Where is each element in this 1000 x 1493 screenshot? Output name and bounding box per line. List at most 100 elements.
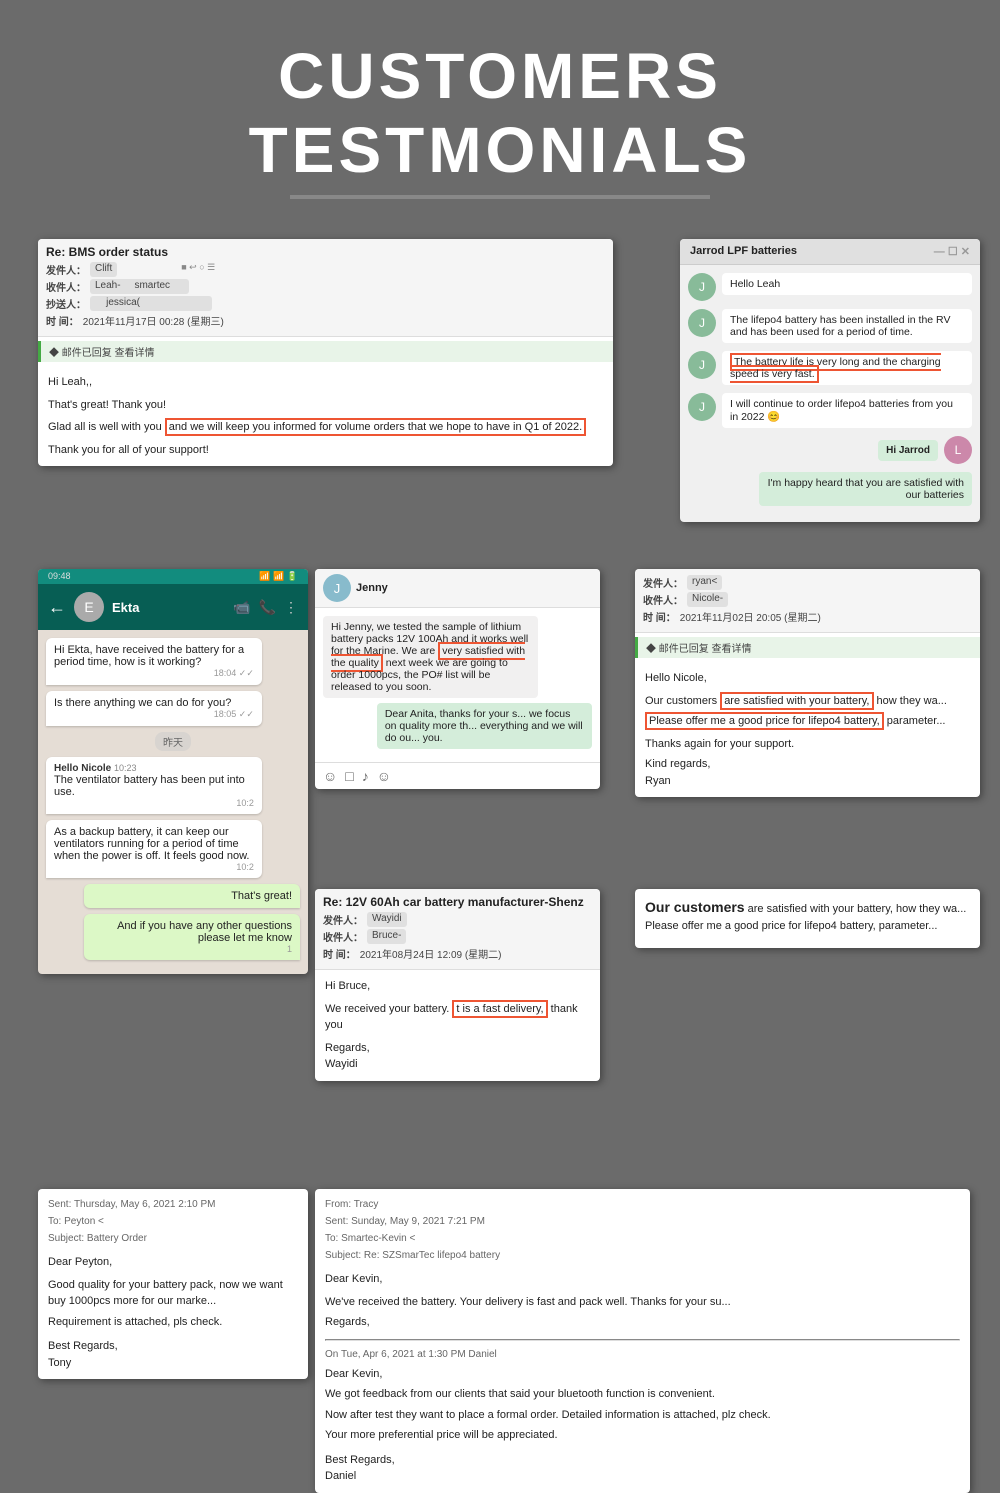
daniel-sub-sign: Best Regards, Daniel <box>325 1452 960 1485</box>
wa-action-icons: 📹 📞 ⋮ <box>233 599 298 616</box>
wa-msg-5-text: As a backup battery, it can keep our ven… <box>54 826 249 862</box>
ryan-body-2: Please offer me a good price for lifepo4… <box>645 713 970 730</box>
daniel-sub-body3: Your more preferential price will be app… <box>325 1427 960 1444</box>
wa-header: ← E Ekta 📹 📞 ⋮ <box>38 584 308 630</box>
ryan-to-val: Nicole- <box>687 592 728 607</box>
email-daniel-card: From: Tracy Sent: Sunday, May 9, 2021 7:… <box>315 1189 970 1493</box>
wa-call-icon[interactable]: 📞 <box>259 599 276 616</box>
wayidi-body: Hi Bruce, We received your battery. t is… <box>315 970 600 1081</box>
jenny-contact: Jenny <box>356 582 388 594</box>
tony-sent: Sent: Thursday, May 6, 2021 2:10 PM <box>48 1197 298 1212</box>
email-highlight-box: and we will keep you informed for volume… <box>165 418 586 436</box>
wayidi-sign: Regards, Wayidi <box>325 1040 590 1073</box>
wayidi-highlight: t is a fast delivery, <box>452 1000 547 1018</box>
ryan-from-val: ryan< <box>687 575 722 590</box>
wa-menu-icon[interactable]: ⋮ <box>284 599 298 616</box>
wa-avatar: E <box>74 592 104 622</box>
wa-time-4: 10:2 <box>54 862 254 872</box>
wa-body: Hi Ekta, have received the battery for a… <box>38 630 308 974</box>
ryan-header: 发件人： ryan< 收件人： Nicole- 时 间： 2021年11月02日… <box>635 569 980 633</box>
lfp-chat-card: Jarrod LPF batteries — ☐ ✕ J Hello Leah … <box>680 239 980 522</box>
email-ryan-card: 发件人： ryan< 收件人： Nicole- 时 间： 2021年11月02日… <box>635 569 980 797</box>
wa-bubble-2: Is there anything we can do for you? 18:… <box>46 691 262 726</box>
from-label: 发件人： <box>46 262 86 277</box>
wa-msg-2-text: Is there anything we can do for you? <box>54 697 231 709</box>
ryan-extra-body: Our customers are satisfied with your ba… <box>635 889 980 948</box>
wayidi-from-val: Wayidi <box>367 912 407 927</box>
header-section: CUSTOMERS TESTMONIALS <box>0 0 1000 229</box>
lfp-msg-content-4: I will continue to order lifepo4 batteri… <box>722 393 972 428</box>
wayidi-to-label: 收件人： <box>323 929 363 944</box>
email-bms-card: Re: BMS order status 发件人： Clift ■ ↩ ○ ☰ … <box>38 239 613 466</box>
email-bms-subject: Re: BMS order status <box>46 245 605 259</box>
wa-msg-1-text: Hi Ekta, have received the battery for a… <box>54 644 244 668</box>
lfp-msg-3: J The battery life is very long and the … <box>688 351 972 385</box>
wayidi-greeting: Hi Bruce, <box>325 978 590 995</box>
wayidi-header: Re: 12V 60Ah car battery manufacturer-Sh… <box>315 889 600 970</box>
title-line1: CUSTOMERS <box>278 40 722 112</box>
lfp-avatar-2: J <box>688 309 716 337</box>
lfp-msg-content-3: The battery life is very long and the ch… <box>722 351 972 385</box>
cc-val: jessica( <box>90 296 212 311</box>
wa-bubble-4: As a backup battery, it can keep our ven… <box>46 820 262 878</box>
lfp-msg-content-1: Hello Leah <box>722 273 972 295</box>
tony-greeting: Dear Peyton, <box>48 1254 298 1271</box>
wa-video-icon[interactable]: 📹 <box>233 599 250 616</box>
ryan-time-val: 2021年11月02日 20:05 (星期二) <box>680 609 821 624</box>
wa-msg-4-text: The ventilator battery has been put into… <box>54 774 254 798</box>
wa-msg-6-text: That's great! <box>231 890 292 902</box>
daniel-sub-body1: We got feedback from our clients that sa… <box>325 1386 960 1403</box>
daniel-sign: Regards, <box>325 1314 960 1331</box>
wa-time-2: 18:05 ✓✓ <box>54 709 254 720</box>
daniel-to: To: Smartec-Kevin < <box>325 1231 960 1246</box>
cc-label: 抄送人： <box>46 296 86 311</box>
daniel-sent: Sent: Sunday, May 9, 2021 7:21 PM <box>325 1214 960 1229</box>
wayidi-body-2: We received your battery. t is a fast de… <box>325 1001 590 1034</box>
ryan-highlight-2: Please offer me a good price for lifepo4… <box>645 712 884 730</box>
wa-date-divider: 昨天 <box>155 732 191 751</box>
lfp-reply-msg: I'm happy heard that you are satisfied w… <box>759 472 972 506</box>
wayidi-time-label: 时 间： <box>323 946 356 961</box>
lfp-msg-2: J The lifepo4 battery has been installed… <box>688 309 972 343</box>
jenny-body: Hi Jenny, we tested the sample of lithiu… <box>315 608 600 762</box>
jenny-icons: ☺ □ ♪ ☺ <box>315 762 600 789</box>
jenny-reply-text: Dear Anita, thanks for your s... we focu… <box>385 708 583 744</box>
wa-msg-7-text: And if you have any other questions plea… <box>117 920 292 944</box>
tony-sign: Best Regards, Tony <box>48 1338 298 1371</box>
wa-time-1: 18:04 ✓✓ <box>54 668 254 679</box>
lfp-avatar-3: J <box>688 351 716 379</box>
lfp-msg-1: J Hello Leah <box>688 273 972 301</box>
email-tony-card: Sent: Thursday, May 6, 2021 2:10 PM To: … <box>38 1189 308 1379</box>
email-body-line1: Hi Leah,, <box>48 374 603 391</box>
page-title: CUSTOMERS TESTMONIALS <box>20 40 980 187</box>
emoji-icon[interactable]: ☺ <box>323 768 337 784</box>
email-body-line2: That's great! Thank you! <box>48 397 603 414</box>
ryan-customers-text: Our customers are satisfied with your ba… <box>645 897 970 935</box>
ryan-sign: Kind regards, Ryan <box>645 756 970 789</box>
lfp-avatar-4: J <box>688 393 716 421</box>
email-wayidi-card: Re: 12V 60Ah car battery manufacturer-Sh… <box>315 889 600 1081</box>
email-body-line3: Glad all is well with you and we will ke… <box>48 419 603 436</box>
wa-time: 09:48 <box>48 571 71 582</box>
ryan-extra-card: Our customers are satisfied with your ba… <box>635 889 980 948</box>
wayidi-to-val: Bruce- <box>367 929 406 944</box>
wa-bubble-1: Hi Ekta, have received the battery for a… <box>46 638 262 685</box>
attach-icon[interactable]: □ <box>345 768 353 784</box>
wa-time-5: 1 <box>92 944 292 954</box>
menu2-icon[interactable]: ☺ <box>377 768 391 784</box>
lfp-avatar-reply: L <box>944 436 972 464</box>
time-val: 2021年11月17日 00:28 (星期三) <box>83 313 224 328</box>
email-body-line4: Thank you for all of your support! <box>48 442 603 459</box>
daniel-sub-greeting: Dear Kevin, <box>325 1366 960 1383</box>
email-bms-body: Hi Leah,, That's great! Thank you! Glad … <box>38 366 613 466</box>
wa-bubble-sent-2: And if you have any other questions plea… <box>84 914 300 960</box>
header-underline <box>290 195 710 199</box>
music-icon[interactable]: ♪ <box>362 768 369 784</box>
daniel-sub-from: On Tue, Apr 6, 2021 at 1:30 PM Daniel <box>325 1347 960 1362</box>
lfp-avatar-1: J <box>688 273 716 301</box>
wa-back-icon[interactable]: ← <box>48 597 66 618</box>
title-line2: TESTMONIALS <box>249 114 752 186</box>
whatsapp-card: 09:48 📶 📶 🔋 ← E Ekta 📹 📞 ⋮ Hi Ekta, have… <box>38 569 308 974</box>
wa-bubble-3: Hello Nicole 10:23 The ventilator batter… <box>46 757 262 814</box>
wayidi-subject: Re: 12V 60Ah car battery manufacturer-Sh… <box>323 895 592 909</box>
